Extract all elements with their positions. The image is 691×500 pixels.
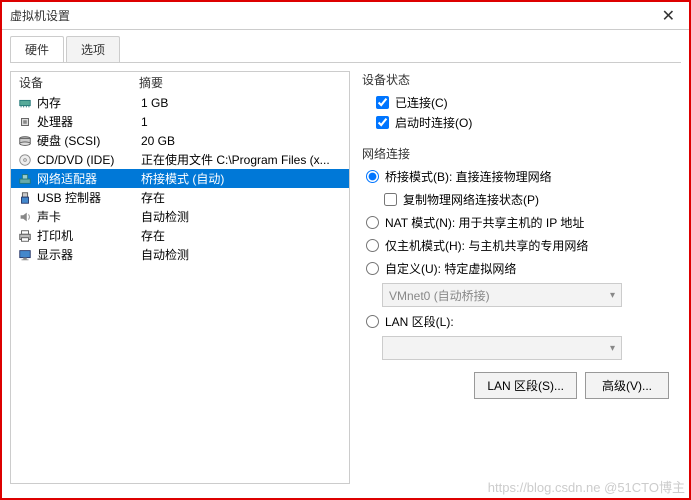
memory-icon (17, 95, 33, 111)
tabs: 硬件 选项 (2, 30, 689, 62)
device-summary: 自动检测 (141, 208, 343, 225)
checkbox-onstart-label: 启动时连接(O) (395, 114, 472, 131)
right-panel: 设备状态 已连接(C) 启动时连接(O) 网络连接 桥接模式(B): 直接连接物… (350, 63, 681, 492)
device-name: USB 控制器 (37, 189, 141, 206)
disk-icon (17, 133, 33, 149)
checkbox-connected-label: 已连接(C) (395, 94, 448, 111)
tab-options[interactable]: 选项 (66, 36, 120, 62)
cpu-icon (17, 114, 33, 130)
custom-dropdown-value: VMnet0 (自动桥接) (389, 287, 490, 304)
device-summary: 1 (141, 115, 343, 129)
checkbox-connected[interactable]: 已连接(C) (376, 94, 669, 111)
device-status-group: 设备状态 已连接(C) 启动时连接(O) (362, 71, 669, 131)
device-summary: 20 GB (141, 134, 343, 148)
custom-dropdown: VMnet0 (自动桥接) ▾ (382, 283, 622, 307)
radio-nat-input[interactable] (366, 216, 379, 229)
device-row-memory[interactable]: 内存1 GB (11, 93, 349, 112)
device-name: 显示器 (37, 246, 141, 263)
device-summary: 1 GB (141, 96, 343, 110)
radio-bridged-label: 桥接模式(B): 直接连接物理网络 (385, 168, 552, 185)
device-list: 内存1 GB处理器1硬盘 (SCSI)20 GBCD/DVD (IDE)正在使用… (11, 93, 349, 483)
sound-icon (17, 209, 33, 225)
device-name: 网络适配器 (37, 170, 141, 187)
device-name: 内存 (37, 94, 141, 111)
device-row-printer[interactable]: 打印机存在 (11, 226, 349, 245)
lan-dropdown: ▾ (382, 336, 622, 360)
device-summary: 存在 (141, 227, 343, 244)
radio-bridged-input[interactable] (366, 170, 379, 183)
device-summary: 存在 (141, 189, 343, 206)
device-status-title: 设备状态 (362, 71, 669, 88)
radio-nat[interactable]: NAT 模式(N): 用于共享主机的 IP 地址 (366, 214, 669, 231)
device-name: 打印机 (37, 227, 141, 244)
radio-hostonly-input[interactable] (366, 239, 379, 252)
lan-segment-button[interactable]: LAN 区段(S)... (474, 372, 577, 399)
checkbox-connected-input[interactable] (376, 96, 389, 109)
usb-icon (17, 190, 33, 206)
radio-hostonly-label: 仅主机模式(H): 与主机共享的专用网络 (385, 237, 588, 254)
radio-custom-label: 自定义(U): 特定虚拟网络 (385, 260, 516, 277)
radio-nat-label: NAT 模式(N): 用于共享主机的 IP 地址 (385, 214, 584, 231)
checkbox-onstart-input[interactable] (376, 116, 389, 129)
radio-lan-label: LAN 区段(L): (385, 313, 454, 330)
checkbox-replicate[interactable]: 复制物理网络连接状态(P) (384, 191, 669, 208)
device-name: 硬盘 (SCSI) (37, 132, 141, 149)
titlebar: 虚拟机设置 ✕ (2, 2, 689, 30)
radio-custom-input[interactable] (366, 262, 379, 275)
radio-bridged[interactable]: 桥接模式(B): 直接连接物理网络 (366, 168, 669, 185)
network-title: 网络连接 (362, 145, 669, 162)
device-name: 处理器 (37, 113, 141, 130)
col-summary: 摘要 (139, 74, 341, 91)
radio-custom[interactable]: 自定义(U): 特定虚拟网络 (366, 260, 669, 277)
tab-hardware[interactable]: 硬件 (10, 36, 64, 62)
device-summary: 自动检测 (141, 246, 343, 263)
device-row-cd[interactable]: CD/DVD (IDE)正在使用文件 C:\Program Files (x..… (11, 150, 349, 169)
device-name: 声卡 (37, 208, 141, 225)
cd-icon (17, 152, 33, 168)
content: 设备 摘要 内存1 GB处理器1硬盘 (SCSI)20 GBCD/DVD (ID… (10, 62, 681, 492)
checkbox-replicate-input[interactable] (384, 193, 397, 206)
radio-lan[interactable]: LAN 区段(L): (366, 313, 669, 330)
chevron-down-icon: ▾ (610, 343, 615, 354)
col-device: 设备 (19, 74, 139, 91)
device-row-net[interactable]: 网络适配器桥接模式 (自动) (11, 169, 349, 188)
device-row-cpu[interactable]: 处理器1 (11, 112, 349, 131)
advanced-button[interactable]: 高级(V)... (585, 372, 669, 399)
network-group: 网络连接 桥接模式(B): 直接连接物理网络 复制物理网络连接状态(P) NAT… (362, 145, 669, 399)
checkbox-onstart[interactable]: 启动时连接(O) (376, 114, 669, 131)
device-row-disk[interactable]: 硬盘 (SCSI)20 GB (11, 131, 349, 150)
checkbox-replicate-label: 复制物理网络连接状态(P) (403, 191, 539, 208)
list-header: 设备 摘要 (11, 72, 349, 93)
printer-icon (17, 228, 33, 244)
device-name: CD/DVD (IDE) (37, 153, 141, 167)
device-summary: 正在使用文件 C:\Program Files (x... (141, 151, 343, 168)
chevron-down-icon: ▾ (610, 290, 615, 301)
device-panel: 设备 摘要 内存1 GB处理器1硬盘 (SCSI)20 GBCD/DVD (ID… (10, 71, 350, 484)
device-row-display[interactable]: 显示器自动检测 (11, 245, 349, 264)
button-row: LAN 区段(S)... 高级(V)... (362, 372, 669, 399)
close-icon[interactable]: ✕ (656, 6, 681, 26)
device-summary: 桥接模式 (自动) (141, 170, 343, 187)
radio-hostonly[interactable]: 仅主机模式(H): 与主机共享的专用网络 (366, 237, 669, 254)
device-row-usb[interactable]: USB 控制器存在 (11, 188, 349, 207)
device-row-sound[interactable]: 声卡自动检测 (11, 207, 349, 226)
radio-lan-input[interactable] (366, 315, 379, 328)
window-title: 虚拟机设置 (10, 7, 656, 24)
display-icon (17, 247, 33, 263)
net-icon (17, 171, 33, 187)
